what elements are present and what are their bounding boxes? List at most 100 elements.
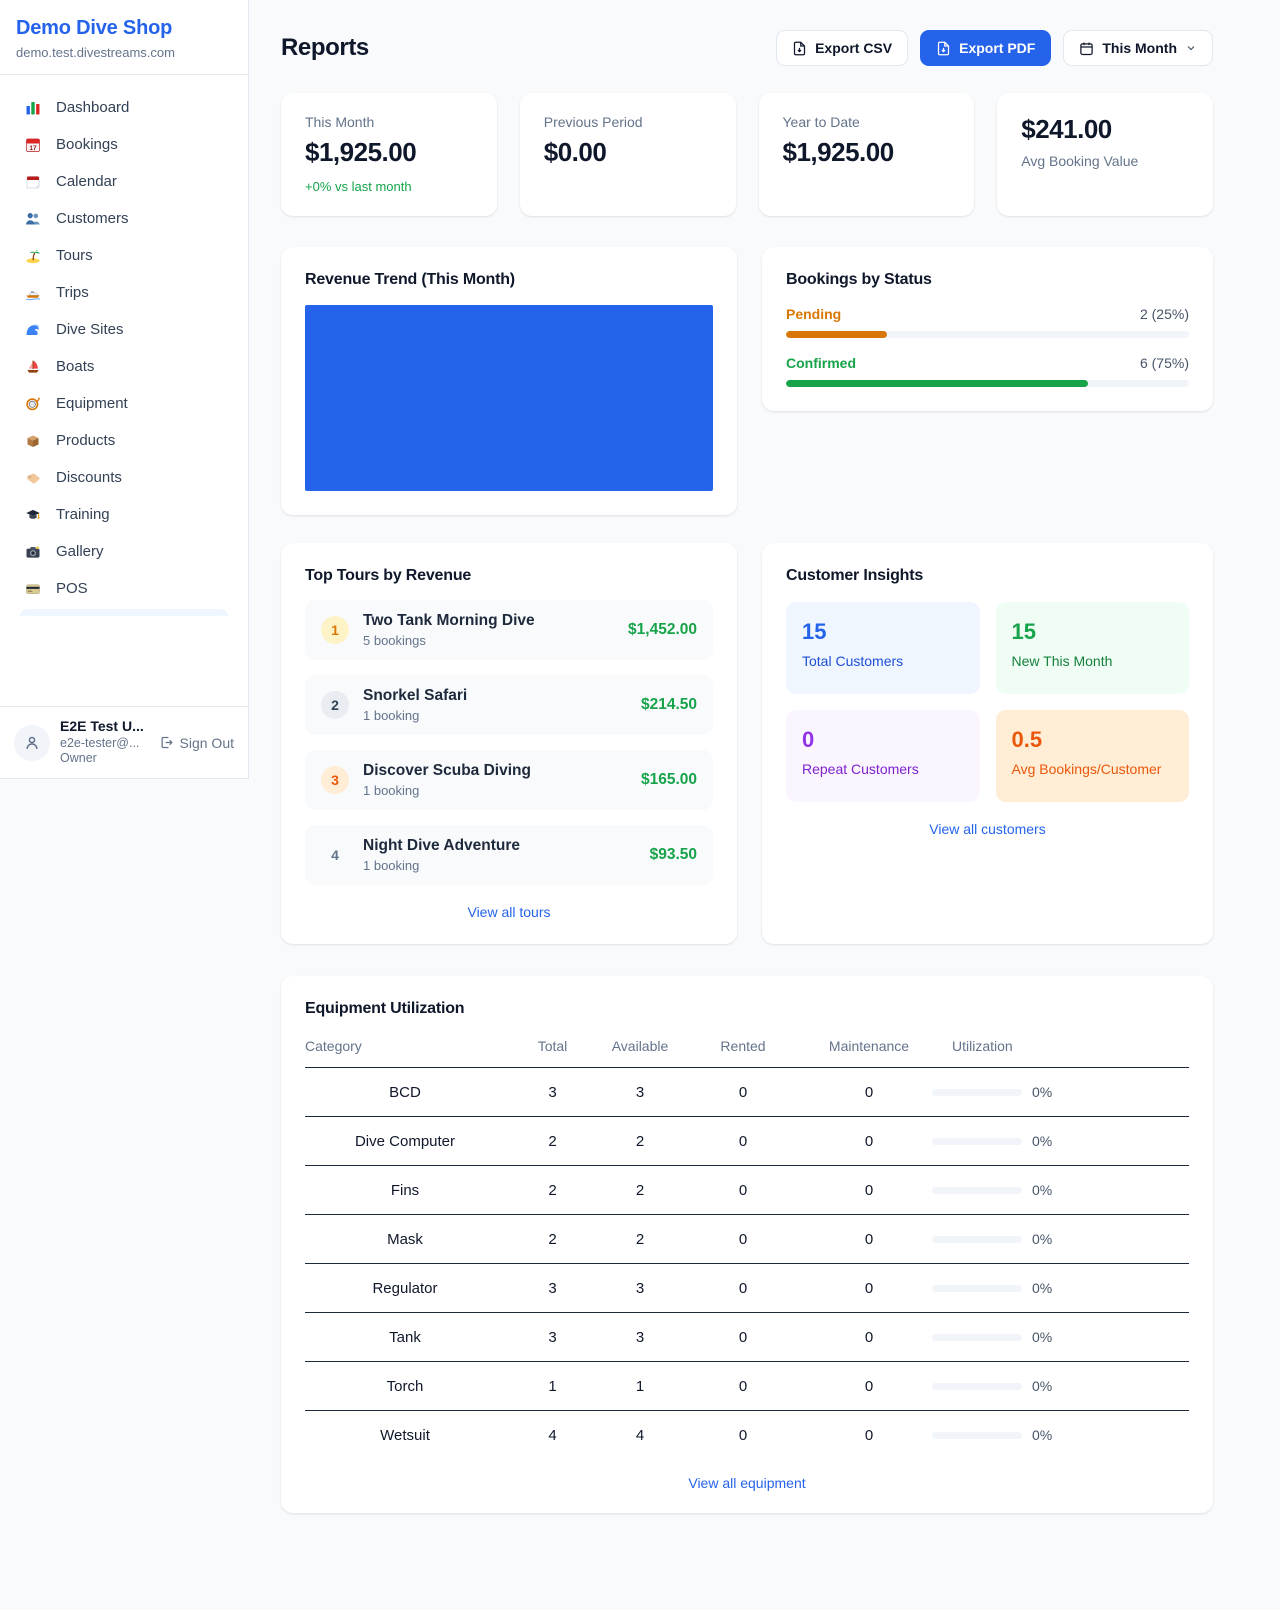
page-title: Reports bbox=[281, 34, 369, 62]
sidebar-item-products[interactable]: Products bbox=[10, 422, 238, 459]
bookings-by-status-card: Bookings by Status Pending 2 (25%) Confi… bbox=[762, 247, 1213, 411]
available-cell: 3 bbox=[600, 1068, 680, 1117]
user-info: E2E Test U... e2e-tester@... Owner bbox=[60, 718, 144, 767]
user-email: e2e-tester@... bbox=[60, 736, 144, 752]
sign-out-icon bbox=[159, 735, 174, 750]
sign-out-button[interactable]: Sign Out bbox=[159, 735, 234, 751]
total-cell: 2 bbox=[505, 1117, 600, 1166]
sidebar-item-label: Products bbox=[56, 432, 115, 449]
people-icon bbox=[24, 211, 42, 227]
utilization-cell: 0% bbox=[932, 1084, 1189, 1100]
tour-revenue: $214.50 bbox=[641, 696, 697, 714]
utilization-percent: 0% bbox=[1032, 1084, 1052, 1100]
sidebar-item-dive-sites[interactable]: Dive Sites bbox=[10, 311, 238, 348]
utilization-percent: 0% bbox=[1032, 1329, 1052, 1345]
rank-badge: 3 bbox=[321, 766, 349, 794]
total-cell: 2 bbox=[505, 1166, 600, 1215]
sidebar-item-label: Tours bbox=[56, 247, 93, 264]
status-count: 2 (25%) bbox=[1140, 306, 1189, 322]
insight-label: New This Month bbox=[1012, 653, 1174, 669]
tour-revenue: $93.50 bbox=[650, 846, 697, 864]
insight-avg-bookings-customer: 0.5 Avg Bookings/Customer bbox=[996, 710, 1190, 802]
stat-delta: +0% vs last month bbox=[305, 179, 473, 194]
export-csv-button[interactable]: Export CSV bbox=[776, 30, 908, 66]
category-cell: Dive Computer bbox=[305, 1117, 505, 1166]
insight-value: 0 bbox=[802, 727, 964, 753]
table-row: Torch 1 1 0 0 0% bbox=[305, 1362, 1189, 1411]
category-cell: Tank bbox=[305, 1313, 505, 1362]
graduation-cap-icon bbox=[24, 507, 42, 523]
sidebar-item-label: Customers bbox=[56, 210, 129, 227]
insight-repeat-customers: 0 Repeat Customers bbox=[786, 710, 980, 802]
sidebar-item-pos[interactable]: POS bbox=[10, 570, 238, 607]
view-all-tours-link[interactable]: View all tours bbox=[305, 904, 713, 920]
sidebar-item-tours[interactable]: Tours bbox=[10, 237, 238, 274]
tour-info: Snorkel Safari 1 booking bbox=[363, 687, 627, 723]
rented-cell: 0 bbox=[680, 1068, 806, 1117]
camera-icon bbox=[24, 544, 42, 560]
stat-value: $241.00 bbox=[1021, 114, 1189, 145]
sidebar-item-customers[interactable]: Customers bbox=[10, 200, 238, 237]
sidebar-item-trips[interactable]: Trips bbox=[10, 274, 238, 311]
period-select[interactable]: This Month bbox=[1063, 30, 1213, 66]
progress-track bbox=[786, 331, 1189, 338]
credit-card-icon bbox=[24, 581, 42, 597]
calendar-date-icon: 17 bbox=[24, 137, 42, 153]
maintenance-cell: 0 bbox=[806, 1215, 932, 1264]
view-all-equipment-link[interactable]: View all equipment bbox=[305, 1475, 1189, 1491]
sidebar-item-label: Dive Sites bbox=[56, 321, 124, 338]
stat-value: $1,925.00 bbox=[305, 137, 473, 168]
sidebar-item-bookings[interactable]: 17 Bookings bbox=[10, 126, 238, 163]
column-header: Total bbox=[505, 1032, 600, 1068]
utilization-cell: 0% bbox=[932, 1182, 1189, 1198]
view-all-customers-link[interactable]: View all customers bbox=[786, 821, 1189, 837]
tour-revenue: $1,452.00 bbox=[628, 621, 697, 639]
available-cell: 3 bbox=[600, 1264, 680, 1313]
dive-mask-icon bbox=[24, 396, 42, 412]
sidebar-item-label: Dashboard bbox=[56, 99, 129, 116]
sidebar-item-label: Discounts bbox=[56, 469, 122, 486]
insights-row: Top Tours by Revenue 1 Two Tank Morning … bbox=[281, 543, 1213, 944]
tour-name: Snorkel Safari bbox=[363, 687, 627, 705]
sidebar-item-label: Trips bbox=[56, 284, 89, 301]
utilization-percent: 0% bbox=[1032, 1231, 1052, 1247]
sidebar-item-label: Training bbox=[56, 506, 110, 523]
export-pdf-button[interactable]: Export PDF bbox=[920, 30, 1051, 66]
category-cell: Torch bbox=[305, 1362, 505, 1411]
sidebar-item-discounts[interactable]: Discounts bbox=[10, 459, 238, 496]
speedboat-icon bbox=[24, 285, 42, 301]
stat-value: $1,925.00 bbox=[783, 137, 951, 168]
tour-name: Two Tank Morning Dive bbox=[363, 612, 614, 630]
available-cell: 1 bbox=[600, 1362, 680, 1411]
sidebar-item-equipment[interactable]: Equipment bbox=[10, 385, 238, 422]
sidebar-item-dashboard[interactable]: Dashboard bbox=[10, 89, 238, 126]
chevron-down-icon bbox=[1185, 42, 1197, 54]
sign-out-label: Sign Out bbox=[180, 735, 234, 751]
utilization-cell: 0% bbox=[932, 1329, 1189, 1345]
tour-name: Night Dive Adventure bbox=[363, 837, 636, 855]
sidebar-item-gallery[interactable]: Gallery bbox=[10, 533, 238, 570]
status-label: Confirmed bbox=[786, 355, 856, 371]
insight-new-this-month: 15 New This Month bbox=[996, 602, 1190, 694]
customer-insights-title: Customer Insights bbox=[786, 567, 1189, 585]
rented-cell: 0 bbox=[680, 1411, 806, 1460]
sidebar-item-training[interactable]: Training bbox=[10, 496, 238, 533]
tour-bookings: 1 booking bbox=[363, 783, 627, 798]
sidebar-nav: Dashboard 17 Bookings Calendar Customers… bbox=[0, 75, 248, 616]
sidebar-item-boats[interactable]: Boats bbox=[10, 348, 238, 385]
table-row: Regulator 3 3 0 0 0% bbox=[305, 1264, 1189, 1313]
total-cell: 3 bbox=[505, 1068, 600, 1117]
calendar-icon bbox=[1079, 41, 1094, 56]
utilization-cell: 0% bbox=[932, 1427, 1189, 1443]
available-cell: 2 bbox=[600, 1117, 680, 1166]
tour-row: 4 Night Dive Adventure 1 booking $93.50 bbox=[305, 825, 713, 885]
sidebar-item-calendar[interactable]: Calendar bbox=[10, 163, 238, 200]
rank-badge: 2 bbox=[321, 691, 349, 719]
user-role: Owner bbox=[60, 751, 144, 767]
stat-value: $0.00 bbox=[544, 137, 712, 168]
revenue-trend-card: Revenue Trend (This Month) bbox=[281, 247, 737, 515]
svg-text:17: 17 bbox=[29, 144, 37, 151]
rented-cell: 0 bbox=[680, 1264, 806, 1313]
stat-card-previous-period: Previous Period $0.00 bbox=[520, 93, 736, 216]
rented-cell: 0 bbox=[680, 1117, 806, 1166]
